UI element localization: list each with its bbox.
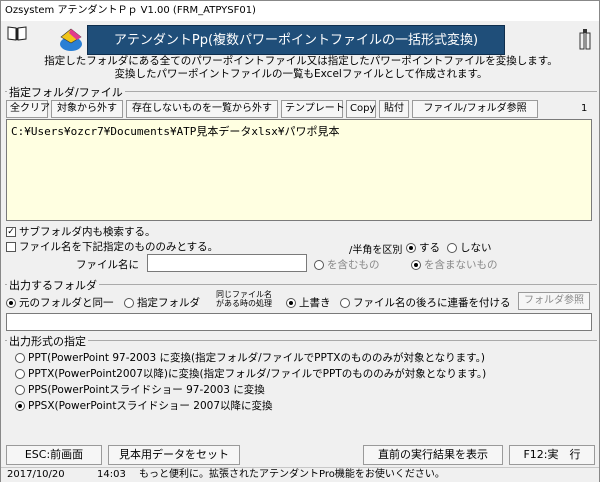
case-yes-radio[interactable]: する [406, 240, 440, 255]
radio-unselected-icon [15, 368, 25, 379]
radio-unselected-icon [15, 384, 25, 395]
format-pps-label: PPS(PowerPointスライドショー 97-2003 に変換 [28, 384, 265, 396]
case-no-radio[interactable]: しない [447, 240, 492, 255]
subfolder-label: サブフォルダ内も検索する。 [19, 226, 156, 238]
path-list[interactable]: C:¥Users¥ozcr7¥Documents¥ATP見本データxlsx¥パワ… [6, 119, 592, 221]
format-pptx-label: PPTX(PowerPoint2007以降)に変換(指定フォルダ/ファイルでPP… [28, 368, 487, 380]
folder-group-label: 指定フォルダ/ファイル [7, 84, 125, 100]
case-sensitive-label: /半角を区別 [349, 245, 403, 256]
contains-radio[interactable]: を含むもの [314, 257, 380, 272]
window-title: Ozsystem アテンダントＰｐ V1.00 (FRM_ATPYSF01) [1, 1, 599, 21]
browse-file-folder-button[interactable]: ファイル/フォルダ参照 [412, 100, 538, 118]
radio-unselected-icon [314, 259, 324, 270]
book-icon [7, 26, 27, 41]
checkbox-checked-icon: ✓ [6, 226, 16, 237]
esc-back-button[interactable]: ESC:前画面 [6, 445, 102, 465]
format-ppsx-radio[interactable]: PPSX(PowerPointスライドショー 2007以降に変換 [15, 398, 273, 413]
append-seq-radio[interactable]: ファイル名の後ろに連番を付ける [340, 295, 511, 310]
format-ppt-label: PPT(PowerPoint 97-2003 に変換(指定フォルダ/ファイルでP… [28, 352, 485, 364]
description-line-2: 変換したパワーポイントファイルの一覧もExcelファイルとして作成されます。 [114, 68, 488, 80]
clear-all-button[interactable]: 全クリア [6, 100, 50, 118]
status-date: 2017/10/20 [7, 469, 65, 480]
remove-missing-button[interactable]: 存在しないものを一覧から外す [126, 100, 278, 118]
radio-selected-icon [406, 242, 416, 253]
case-no-label: しない [460, 242, 492, 254]
same-name-label: 同じファイル名 がある時の処理 [216, 290, 272, 308]
subfolder-checkbox[interactable]: ✓ サブフォルダ内も検索する。 [6, 224, 156, 239]
run-button[interactable]: F12:実 行 [509, 445, 595, 465]
template-button[interactable]: テンプレート [281, 100, 345, 118]
overwrite-radio[interactable]: 上書き [286, 295, 331, 310]
status-message: もっと便利に。拡張されたアテンダントPro機能をお使いください。 [139, 469, 445, 480]
append-seq-label: ファイル名の後ろに連番を付ける [353, 297, 511, 309]
info-icon[interactable] [578, 29, 592, 51]
output-folder-input[interactable] [6, 313, 592, 331]
radio-selected-icon [286, 297, 296, 308]
file-count: 1 [581, 103, 588, 114]
same-folder-label: 元のフォルダと同一 [19, 297, 114, 309]
not-contains-label: を含まないもの [424, 259, 498, 271]
remove-from-target-button[interactable]: 対象から外す [51, 100, 123, 118]
filename-only-checkbox[interactable]: ファイル名を下記指定のもののみとする。 [6, 239, 218, 254]
format-group-line [5, 340, 597, 341]
path-list-item[interactable]: C:¥Users¥ozcr7¥Documents¥ATP見本データxlsx¥パワ… [11, 123, 587, 139]
folder-browse-button[interactable]: フォルダ参照 [518, 292, 590, 310]
specified-folder-label: 指定フォルダ [137, 297, 200, 309]
not-contains-radio[interactable]: を含まないもの [411, 257, 498, 272]
load-sample-button[interactable]: 見本用データをセット [108, 445, 240, 465]
status-time: 14:03 [97, 469, 126, 480]
filename-label: ファイル名に [76, 259, 139, 271]
format-ppsx-label: PPSX(PowerPointスライドショー 2007以降に変換 [28, 400, 273, 412]
app-window: Ozsystem アテンダントＰｐ V1.00 (FRM_ATPYSF01) ア… [0, 0, 600, 482]
copy-button[interactable]: Copy [346, 100, 376, 118]
description-line-1: 指定したフォルダにある全てのパワーポイントファイル又は指定したパワーポイントファ… [44, 55, 558, 67]
radio-selected-icon [6, 297, 16, 308]
radio-unselected-icon [15, 352, 25, 363]
radio-unselected-icon [124, 297, 134, 308]
format-ppt-radio[interactable]: PPT(PowerPoint 97-2003 に変換(指定フォルダ/ファイルでP… [15, 350, 485, 365]
radio-unselected-icon [447, 242, 457, 253]
format-group-label: 出力形式の指定 [7, 333, 88, 349]
overwrite-label: 上書き [299, 297, 331, 309]
output-folder-group-label: 出力するフォルダ [7, 277, 99, 293]
same-folder-radio[interactable]: 元のフォルダと同一 [6, 295, 114, 310]
same-name-label-line-1: 同じファイル名 [216, 290, 272, 299]
radio-unselected-icon [340, 297, 350, 308]
same-name-label-line-2: がある時の処理 [216, 299, 272, 308]
format-pps-radio[interactable]: PPS(PowerPointスライドショー 97-2003 に変換 [15, 382, 265, 397]
format-pptx-radio[interactable]: PPTX(PowerPoint2007以降)に変換(指定フォルダ/ファイルでPP… [15, 366, 486, 381]
last-result-button[interactable]: 直前の実行結果を表示 [363, 445, 503, 465]
banner-title: アテンダントPp(複数パワーポイントファイルの一括形式変換) [87, 25, 505, 55]
radio-selected-icon [411, 259, 421, 270]
filename-only-label: ファイル名を下記指定のもののみとする。 [19, 241, 219, 253]
paste-button[interactable]: 貼付 [379, 100, 409, 118]
contains-label: を含むもの [327, 259, 380, 271]
specified-folder-radio[interactable]: 指定フォルダ [124, 295, 200, 310]
description: 指定したフォルダにある全てのパワーポイントファイル又は指定したパワーポイントファ… [21, 55, 581, 81]
status-bar: 2017/10/20 14:03 もっと便利に。拡張されたアテンダントPro機能… [1, 467, 599, 482]
checkbox-unchecked-icon [6, 241, 16, 252]
radio-selected-icon [15, 400, 25, 411]
case-yes-label: する [419, 242, 440, 254]
app-logo-icon [60, 28, 82, 51]
filename-input[interactable] [147, 254, 307, 272]
